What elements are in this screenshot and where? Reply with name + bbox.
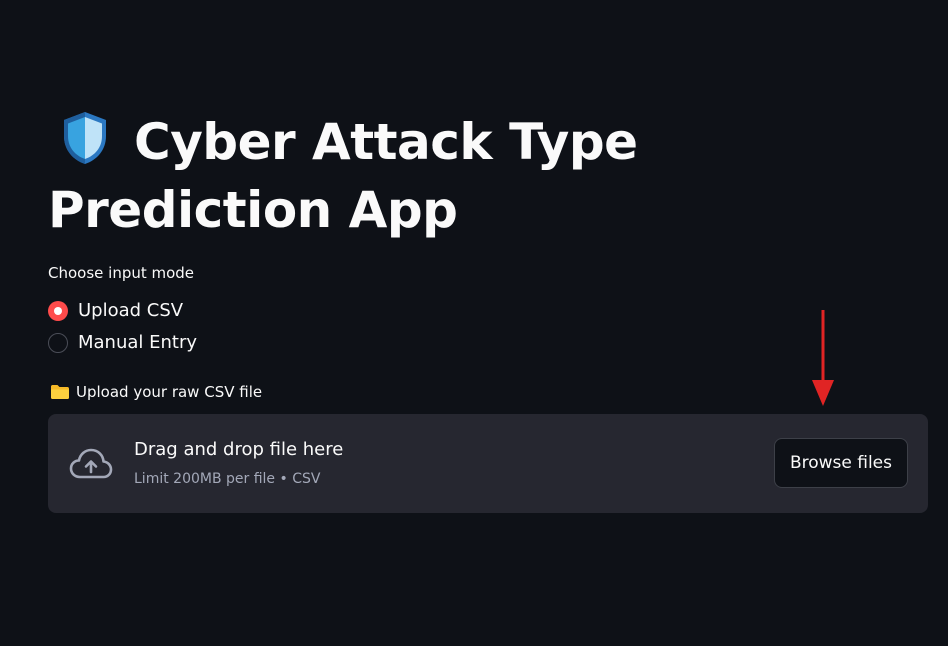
browse-files-button[interactable]: Browse files — [773, 438, 908, 488]
input-mode-label: Choose input mode — [48, 264, 195, 282]
uploader-label: Upload your raw CSV file — [50, 383, 262, 401]
page-title-text: Cyber Attack Type Prediction App — [48, 113, 638, 239]
dropzone-subtitle: Limit 200MB per file • CSV — [134, 471, 321, 487]
radio-option-upload-csv[interactable]: Upload CSV — [48, 300, 183, 321]
folder-icon — [51, 385, 69, 399]
cloud-upload-icon — [69, 448, 113, 479]
radio-option-label: Manual Entry — [78, 332, 198, 353]
radio-option-label: Upload CSV — [78, 300, 184, 321]
radio-option-manual-entry[interactable]: Manual Entry — [48, 332, 197, 353]
uploader-label-text: Upload your raw CSV file — [76, 383, 263, 401]
file-dropzone[interactable]: Drag and drop file here Limit 200MB per … — [48, 414, 928, 513]
radio-button-checked[interactable] — [48, 300, 68, 321]
radio-button-unchecked[interactable] — [48, 332, 68, 353]
shield-icon — [64, 112, 106, 164]
page-title: Cyber Attack Type Prediction App — [48, 108, 908, 244]
dropzone-title: Drag and drop file here — [134, 439, 344, 460]
app-page: Cyber Attack Type Prediction App Choose … — [0, 0, 948, 646]
arrow-down-icon — [812, 310, 834, 406]
